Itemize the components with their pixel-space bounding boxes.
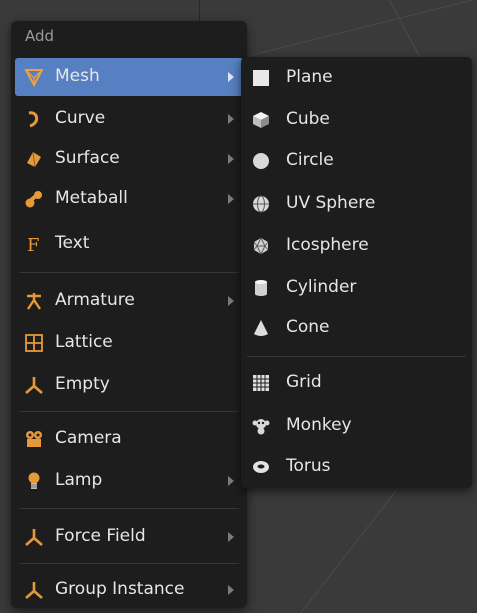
submenu-item-grid[interactable]: Grid [245, 364, 467, 402]
submenu-arrow-icon [228, 532, 234, 542]
submenu-item-label: Cone [286, 317, 330, 337]
cone-icon [252, 319, 270, 337]
cube-icon [252, 111, 270, 129]
empty-icon [24, 375, 44, 395]
submenu-item-cube[interactable]: Cube [245, 101, 467, 139]
text-icon: F [24, 234, 44, 256]
menu-item-label: Force Field [55, 526, 146, 546]
menu-item-curve[interactable]: Curve [15, 100, 243, 138]
menu-item-label: Group Instance [55, 579, 185, 599]
svg-text:F: F [27, 235, 40, 254]
circle-icon [252, 152, 270, 170]
submenu-arrow-icon [228, 114, 234, 124]
menu-separator [19, 563, 239, 564]
cylinder-icon [252, 279, 270, 297]
submenu-item-uv-sphere[interactable]: UV Sphere [245, 185, 467, 223]
monkey-icon [252, 417, 270, 435]
menu-separator [19, 508, 239, 509]
menu-separator [19, 272, 239, 273]
icosphere-icon [252, 236, 270, 256]
menu-item-label: Camera [55, 428, 122, 448]
curve-icon [24, 109, 44, 129]
menu-item-label: Armature [55, 290, 135, 310]
uv-sphere-icon [252, 195, 270, 213]
menu-separator [19, 411, 239, 412]
menu-item-surface[interactable]: Surface [15, 140, 243, 178]
submenu-item-monkey[interactable]: Monkey [245, 407, 467, 445]
menu-item-armature[interactable]: Armature [15, 282, 243, 320]
menu-item-empty[interactable]: Empty [15, 366, 243, 404]
menu-item-label: Metaball [55, 188, 128, 208]
group-instance-icon [24, 580, 44, 600]
submenu-item-label: Grid [286, 372, 322, 392]
submenu-item-circle[interactable]: Circle [245, 142, 467, 180]
force-field-icon [24, 527, 44, 547]
submenu-arrow-icon [228, 476, 234, 486]
lamp-icon [24, 471, 44, 491]
grid-icon [252, 374, 270, 392]
submenu-arrow-icon [228, 154, 234, 164]
submenu-item-icosphere[interactable]: Icosphere [245, 227, 467, 265]
menu-item-metaball[interactable]: Metaball [15, 180, 243, 218]
metaball-icon [24, 189, 44, 209]
submenu-item-cone[interactable]: Cone [245, 309, 467, 347]
surface-icon [24, 149, 44, 169]
menu-item-lattice[interactable]: Lattice [15, 324, 243, 362]
submenu-arrow-icon [228, 194, 234, 204]
menu-item-mesh[interactable]: Mesh [15, 58, 243, 96]
menu-item-label: Lamp [55, 470, 103, 490]
menu-item-camera[interactable]: Camera [15, 420, 243, 458]
submenu-item-cylinder[interactable]: Cylinder [245, 269, 467, 307]
menu-item-group-instance[interactable]: Group Instance [15, 571, 243, 609]
menu-item-label: Lattice [55, 332, 113, 352]
submenu-arrow-icon [228, 72, 234, 82]
submenu-item-label: Icosphere [286, 235, 369, 255]
mesh-submenu: Plane Cube Circle UV Sphere Icosphere Cy… [241, 57, 472, 488]
menu-item-text[interactable]: F Text [15, 225, 243, 263]
submenu-arrow-icon [228, 296, 234, 306]
submenu-item-label: Cube [286, 109, 330, 129]
submenu-item-label: Cylinder [286, 277, 357, 297]
mesh-icon [24, 67, 44, 88]
submenu-item-label: Torus [286, 456, 331, 476]
plane-icon [252, 69, 270, 87]
menu-item-lamp[interactable]: Lamp [15, 462, 243, 500]
menu-item-label: Surface [55, 148, 120, 168]
submenu-arrow-icon [228, 585, 234, 595]
armature-icon [24, 291, 44, 311]
menu-item-label: Empty [55, 374, 110, 394]
torus-icon [252, 458, 270, 476]
menu-item-force-field[interactable]: Force Field [15, 518, 243, 556]
submenu-item-label: Plane [286, 67, 333, 87]
camera-icon [24, 429, 44, 449]
submenu-item-label: Monkey [286, 415, 352, 435]
menu-item-label: Mesh [55, 66, 100, 86]
submenu-item-torus[interactable]: Torus [245, 448, 467, 486]
add-menu: Add Mesh Curve Surface Metaball F Text A… [11, 21, 247, 608]
submenu-item-label: Circle [286, 150, 334, 170]
submenu-separator [247, 356, 466, 357]
menu-item-label: Text [55, 233, 90, 253]
submenu-item-label: UV Sphere [286, 193, 376, 213]
lattice-icon [24, 333, 44, 353]
menu-title: Add [25, 27, 55, 45]
viewport-grid-line [250, 0, 474, 56]
menu-item-label: Curve [55, 108, 106, 128]
submenu-item-plane[interactable]: Plane [245, 59, 467, 97]
